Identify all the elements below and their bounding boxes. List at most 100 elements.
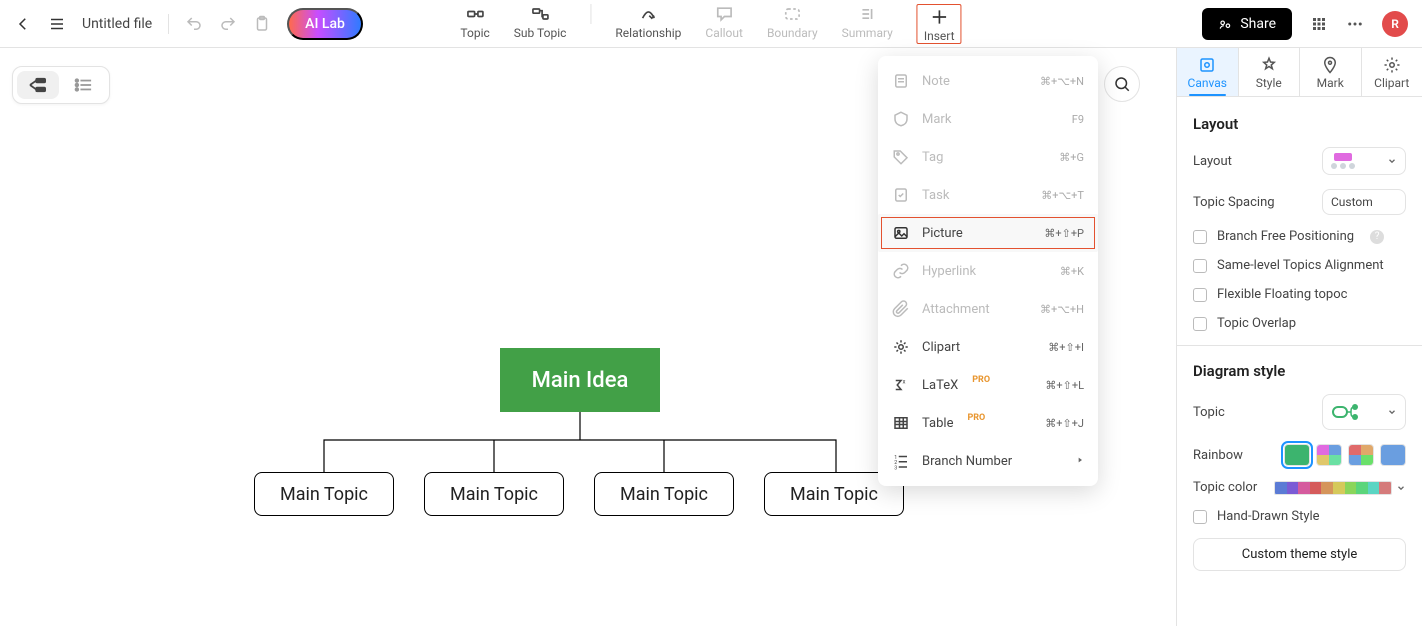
view-mindmap-button[interactable] [17, 71, 59, 99]
checkbox-icon [1193, 230, 1207, 244]
more-icon[interactable] [1346, 15, 1364, 33]
rainbow-swatch-2[interactable] [1316, 444, 1342, 466]
topic-color-select[interactable] [1274, 481, 1406, 495]
info-icon[interactable]: ? [1370, 230, 1384, 244]
tag-icon [892, 148, 910, 166]
branch-free-checkbox[interactable]: Branch Free Positioning ? [1193, 229, 1406, 244]
topic-color-label: Topic color [1193, 480, 1257, 495]
insert-latex-shortcut: ⌘+⇧+L [1045, 379, 1084, 392]
insert-attachment-label: Attachment [922, 302, 990, 317]
right-panel: Canvas Style Mark Clipart Layout Layout [1176, 48, 1422, 626]
insert-branch-number[interactable]: 123 Branch Number [878, 442, 1098, 480]
tab-canvas[interactable]: Canvas [1177, 48, 1238, 96]
apps-icon[interactable] [1310, 15, 1328, 33]
tool-insert[interactable]: Insert [924, 7, 955, 43]
tool-callout[interactable]: Callout [705, 4, 743, 40]
subtopic-icon [530, 4, 550, 24]
right-panel-tabs: Canvas Style Mark Clipart [1177, 48, 1422, 97]
topic-style-thumb-icon [1331, 400, 1373, 424]
tab-clipart[interactable]: Clipart [1361, 48, 1422, 96]
style-tab-icon [1260, 56, 1278, 74]
share-button[interactable]: Share [1202, 8, 1292, 40]
paste-icon[interactable] [253, 15, 271, 33]
back-icon[interactable] [14, 15, 32, 33]
table-icon [892, 414, 910, 432]
insert-clipart[interactable]: Clipart ⌘+⇧+I [878, 328, 1098, 366]
insert-picture-shortcut: ⌘+⇧+P [1044, 227, 1084, 240]
topic-spacing-value: Custom [1331, 195, 1373, 209]
insert-branch-number-label: Branch Number [922, 454, 1012, 469]
insert-task-shortcut: ⌘+⌥+T [1041, 189, 1084, 202]
main-topic-node[interactable]: Main Topic [254, 472, 394, 516]
flex-float-checkbox[interactable]: Flexible Floating topoc [1193, 287, 1406, 302]
canvas-search-button[interactable] [1104, 66, 1140, 102]
rainbow-swatch-4[interactable] [1380, 444, 1406, 466]
rainbow-label: Rainbow [1193, 448, 1243, 463]
hand-drawn-label: Hand-Drawn Style [1217, 509, 1320, 524]
custom-theme-button[interactable]: Custom theme style [1193, 538, 1406, 571]
rainbow-swatch-1[interactable] [1284, 444, 1310, 466]
insert-attachment[interactable]: Attachment ⌘+⌥+H [878, 290, 1098, 328]
note-icon [892, 72, 910, 90]
mark-icon [892, 110, 910, 128]
branch-free-label: Branch Free Positioning [1217, 229, 1354, 244]
user-avatar[interactable]: R [1382, 11, 1408, 37]
tool-relationship[interactable]: Relationship [615, 4, 681, 40]
latex-icon: x [892, 376, 910, 394]
menu-icon[interactable] [48, 15, 66, 33]
main-topic-node[interactable]: Main Topic [424, 472, 564, 516]
checkbox-icon [1193, 510, 1207, 524]
separator [168, 14, 169, 34]
hand-drawn-checkbox[interactable]: Hand-Drawn Style [1193, 509, 1406, 524]
insert-tag[interactable]: Tag ⌘+G [878, 138, 1098, 176]
main-topic-node[interactable]: Main Topic [594, 472, 734, 516]
view-switch [12, 66, 110, 104]
tool-callout-label: Callout [705, 26, 743, 40]
insert-latex[interactable]: x LaTeX PRO ⌘+⇧+L [878, 366, 1098, 404]
task-icon [892, 186, 910, 204]
topic-spacing-select[interactable]: Custom [1322, 189, 1406, 215]
tool-subtopic[interactable]: Sub Topic [514, 4, 567, 40]
pro-badge: PRO [967, 413, 985, 423]
topic-overlap-checkbox[interactable]: Topic Overlap [1193, 316, 1406, 331]
topic-style-select[interactable] [1322, 394, 1406, 430]
insert-mark[interactable]: Mark F9 [878, 100, 1098, 138]
clipart-icon [892, 338, 910, 356]
svg-text:x: x [903, 379, 906, 386]
file-name[interactable]: Untitled file [82, 16, 152, 32]
summary-icon [857, 4, 877, 24]
redo-icon[interactable] [219, 15, 237, 33]
checkbox-icon [1193, 317, 1207, 331]
tool-boundary-label: Boundary [767, 26, 818, 40]
insert-hyperlink[interactable]: Hyperlink ⌘+K [878, 252, 1098, 290]
ai-lab-button[interactable]: AI Lab [287, 8, 363, 40]
layout-thumb-icon [1331, 153, 1355, 169]
diagram-style-section-title: Diagram style [1193, 362, 1406, 380]
insert-task[interactable]: Task ⌘+⌥+T [878, 176, 1098, 214]
divider [1177, 345, 1422, 346]
layout-select[interactable] [1322, 147, 1406, 175]
attachment-icon [892, 300, 910, 318]
main-area: Main Idea Main Topic Main Topic Main Top… [0, 48, 1422, 626]
rainbow-swatch-3[interactable] [1348, 444, 1374, 466]
separator [590, 4, 591, 24]
checkbox-icon [1193, 259, 1207, 273]
insert-table[interactable]: Table PRO ⌘+⇧+J [878, 404, 1098, 442]
tab-mark[interactable]: Mark [1299, 48, 1361, 96]
undo-icon[interactable] [185, 15, 203, 33]
toolbar-center: Topic Sub Topic Relationship Callout Bou… [460, 4, 961, 44]
central-topic[interactable]: Main Idea [500, 348, 660, 412]
tab-style[interactable]: Style [1238, 48, 1300, 96]
insert-tag-label: Tag [922, 150, 943, 165]
view-outline-button[interactable] [63, 71, 105, 99]
tool-boundary[interactable]: Boundary [767, 4, 818, 40]
tool-summary[interactable]: Summary [842, 4, 893, 40]
tool-topic[interactable]: Topic [460, 4, 489, 40]
submenu-arrow-icon [1076, 454, 1084, 469]
same-level-checkbox[interactable]: Same-level Topics Alignment [1193, 258, 1406, 273]
insert-note[interactable]: Note ⌘+⌥+N [878, 62, 1098, 100]
insert-picture[interactable]: Picture ⌘+⇧+P [878, 214, 1098, 252]
same-level-label: Same-level Topics Alignment [1217, 258, 1384, 273]
insert-dropdown: Note ⌘+⌥+N Mark F9 Tag ⌘+G Task ⌘+⌥+T Pi… [878, 56, 1098, 486]
tab-mark-label: Mark [1317, 76, 1344, 90]
